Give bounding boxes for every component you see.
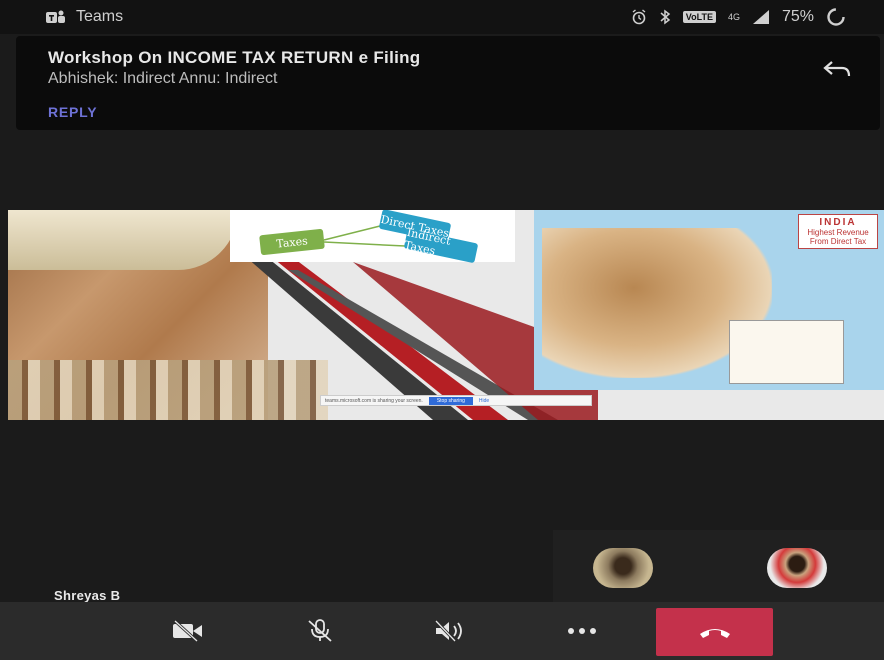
participant-avatar-2[interactable] <box>767 548 827 588</box>
message-notification[interactable]: Workshop On INCOME TAX RETURN e Filing A… <box>16 36 880 130</box>
participant-thumbnails <box>553 530 884 602</box>
teams-icon <box>46 10 65 23</box>
map-legend <box>729 320 844 384</box>
screen-share-banner: teams.microsoft.com is sharing your scre… <box>320 395 592 406</box>
notification-title: Workshop On INCOME TAX RETURN e Filing <box>48 48 421 67</box>
hang-up-icon <box>699 629 730 638</box>
mic-toggle-button[interactable] <box>290 610 350 652</box>
tax-diagram: Taxes Direct Taxes Indirect Taxes <box>230 210 515 264</box>
more-options-button[interactable] <box>552 610 612 652</box>
status-left: Teams <box>46 8 123 26</box>
app-name: Teams <box>76 8 124 25</box>
hang-up-button[interactable] <box>656 608 773 656</box>
participant-avatar-1[interactable] <box>593 548 653 588</box>
call-controls <box>0 602 884 660</box>
shared-screen: Taxes Direct Taxes Indirect Taxes INDIA … <box>8 210 884 420</box>
india-map: INDIA Highest Revenue From Direct Tax <box>534 210 884 390</box>
battery-icon <box>827 8 845 26</box>
camera-toggle-button[interactable] <box>158 610 218 652</box>
stop-sharing-button[interactable]: Stop sharing <box>428 396 473 405</box>
reply-button[interactable]: REPLY <box>48 104 848 120</box>
volte-badge: VoLTE <box>682 11 716 23</box>
signal-icon <box>752 10 769 24</box>
video-off-icon <box>173 619 202 643</box>
more-icon <box>568 628 596 634</box>
battery-percent: 75% <box>781 8 814 25</box>
hide-banner-button[interactable]: Hide <box>479 398 489 404</box>
reply-arrow-icon[interactable] <box>822 58 852 80</box>
map-title-box: INDIA Highest Revenue From Direct Tax <box>798 214 878 249</box>
map-subtitle: Highest Revenue From Direct Tax <box>807 228 869 246</box>
network-type: 4G <box>727 12 740 22</box>
speaker-toggle-button[interactable] <box>420 610 480 652</box>
notification-body: Abhishek: Indirect Annu: Indirect <box>48 70 278 87</box>
mic-off-icon <box>308 619 332 642</box>
speaker-name: Shreyas B <box>54 588 121 603</box>
status-right: VoLTE 4G 75% <box>631 7 846 27</box>
share-message: teams.microsoft.com is sharing your scre… <box>325 397 423 404</box>
status-bar: Teams VoLTE 4G 75% <box>0 0 884 34</box>
alarm-icon <box>632 9 646 25</box>
bluetooth-icon <box>660 9 670 25</box>
map-title: INDIA <box>819 217 857 228</box>
speaker-off-icon <box>434 619 462 643</box>
